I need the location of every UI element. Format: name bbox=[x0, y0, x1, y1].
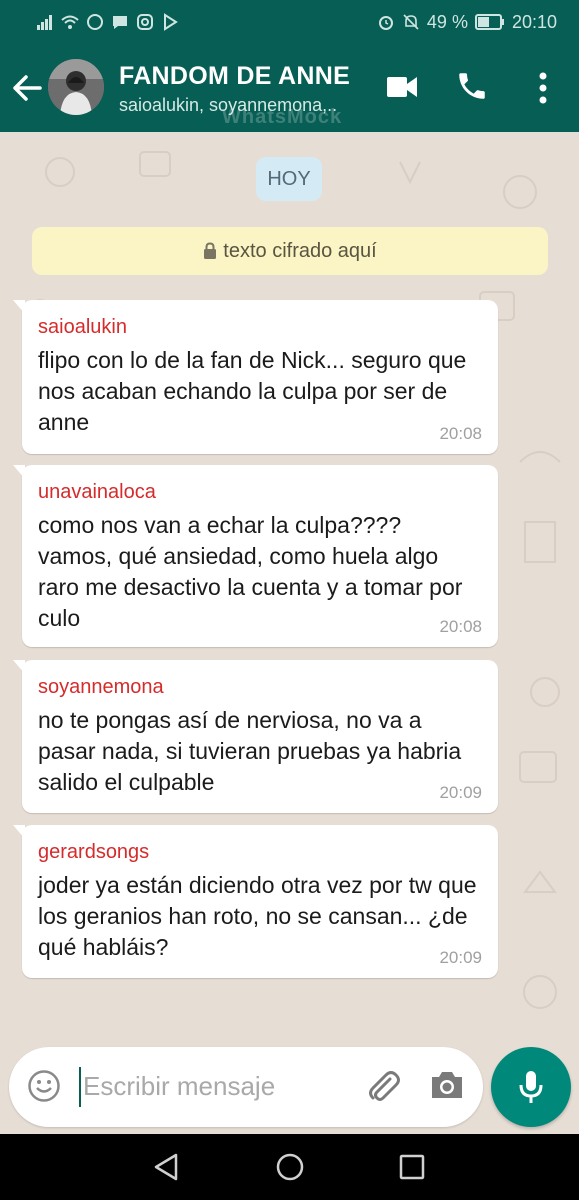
encryption-notice-text: texto cifrado aquí bbox=[223, 239, 377, 262]
message-bubble[interactable]: saioalukin flipo con lo de la fan de Nic… bbox=[13, 300, 498, 454]
emoji-icon[interactable] bbox=[27, 1069, 61, 1103]
chat-header: FANDOM DE ANNE saioalukin, soyannemona,.… bbox=[0, 44, 579, 132]
lock-icon bbox=[204, 242, 217, 259]
nav-home-icon[interactable] bbox=[275, 1152, 305, 1182]
message-notification-icon bbox=[113, 16, 127, 29]
signal-icon bbox=[37, 15, 52, 30]
battery-icon bbox=[474, 14, 504, 30]
bubble-tail bbox=[13, 300, 25, 314]
status-right-icons: 49 % 20:10 bbox=[377, 12, 557, 33]
video-call-icon[interactable] bbox=[386, 74, 418, 100]
message-time: 20:08 bbox=[439, 424, 482, 443]
phone-icon[interactable] bbox=[455, 69, 489, 103]
chat-title[interactable]: FANDOM DE ANNE bbox=[119, 62, 350, 91]
message-sender[interactable]: unavainaloca bbox=[38, 479, 482, 505]
nav-recents-icon[interactable] bbox=[399, 1154, 425, 1180]
camera-icon[interactable] bbox=[429, 1069, 465, 1101]
message-text: joder ya están diciendo otra vez por tw … bbox=[38, 872, 477, 960]
more-options-icon[interactable] bbox=[538, 71, 548, 105]
nav-back-icon[interactable] bbox=[152, 1152, 180, 1182]
day-divider: HOY bbox=[256, 157, 322, 201]
battery-percent: 49 % bbox=[426, 11, 468, 32]
bubble-tail bbox=[13, 465, 25, 479]
alarm-icon bbox=[378, 16, 393, 30]
message-text: como nos van a echar la culpa???? vamos,… bbox=[38, 512, 463, 631]
message-input[interactable]: Escribir mensaje bbox=[83, 1071, 275, 1102]
message-sender[interactable]: saioalukin bbox=[38, 314, 482, 340]
message-time: 20:09 bbox=[439, 948, 482, 967]
wifi-icon bbox=[61, 15, 79, 29]
mic-icon bbox=[519, 1071, 543, 1103]
message-bubble[interactable]: soyannemona no te pongas así de nerviosa… bbox=[13, 660, 498, 813]
bubble-tail bbox=[13, 825, 25, 839]
message-sender[interactable]: gerardsongs bbox=[38, 839, 482, 865]
status-bar: 49 % 20:10 bbox=[0, 0, 579, 44]
mute-icon bbox=[403, 14, 419, 30]
message-bubble[interactable]: gerardsongs joder ya están diciendo otra… bbox=[13, 825, 498, 978]
message-bubble[interactable]: unavainaloca como nos van a echar la cul… bbox=[13, 465, 498, 647]
watermark: WhatsMock bbox=[222, 106, 343, 128]
message-composer[interactable]: Escribir mensaje bbox=[9, 1047, 483, 1127]
chat-area[interactable]: HOY texto cifrado aquí saioalukin flipo … bbox=[0, 132, 579, 1134]
voice-message-button[interactable] bbox=[491, 1047, 571, 1127]
system-nav-bar bbox=[0, 1134, 579, 1200]
text-cursor bbox=[79, 1067, 81, 1107]
play-store-notification-icon bbox=[164, 13, 178, 31]
instagram-notification-icon bbox=[137, 14, 153, 30]
back-arrow-icon[interactable] bbox=[10, 70, 44, 106]
group-avatar[interactable] bbox=[48, 59, 104, 115]
avatar-photo bbox=[48, 59, 104, 115]
status-time: 20:10 bbox=[511, 11, 557, 32]
status-left-icons bbox=[36, 13, 179, 31]
attach-icon[interactable] bbox=[364, 1067, 404, 1107]
message-time: 20:08 bbox=[439, 617, 482, 636]
message-text: flipo con lo de la fan de Nick... seguro… bbox=[38, 347, 467, 435]
bubble-tail bbox=[13, 660, 25, 674]
message-time: 20:09 bbox=[439, 783, 482, 802]
encryption-notice[interactable]: texto cifrado aquí bbox=[32, 227, 548, 275]
message-sender[interactable]: soyannemona bbox=[38, 674, 482, 700]
whatsapp-notification-icon bbox=[87, 14, 103, 30]
message-text: no te pongas así de nerviosa, no va a pa… bbox=[38, 707, 462, 795]
